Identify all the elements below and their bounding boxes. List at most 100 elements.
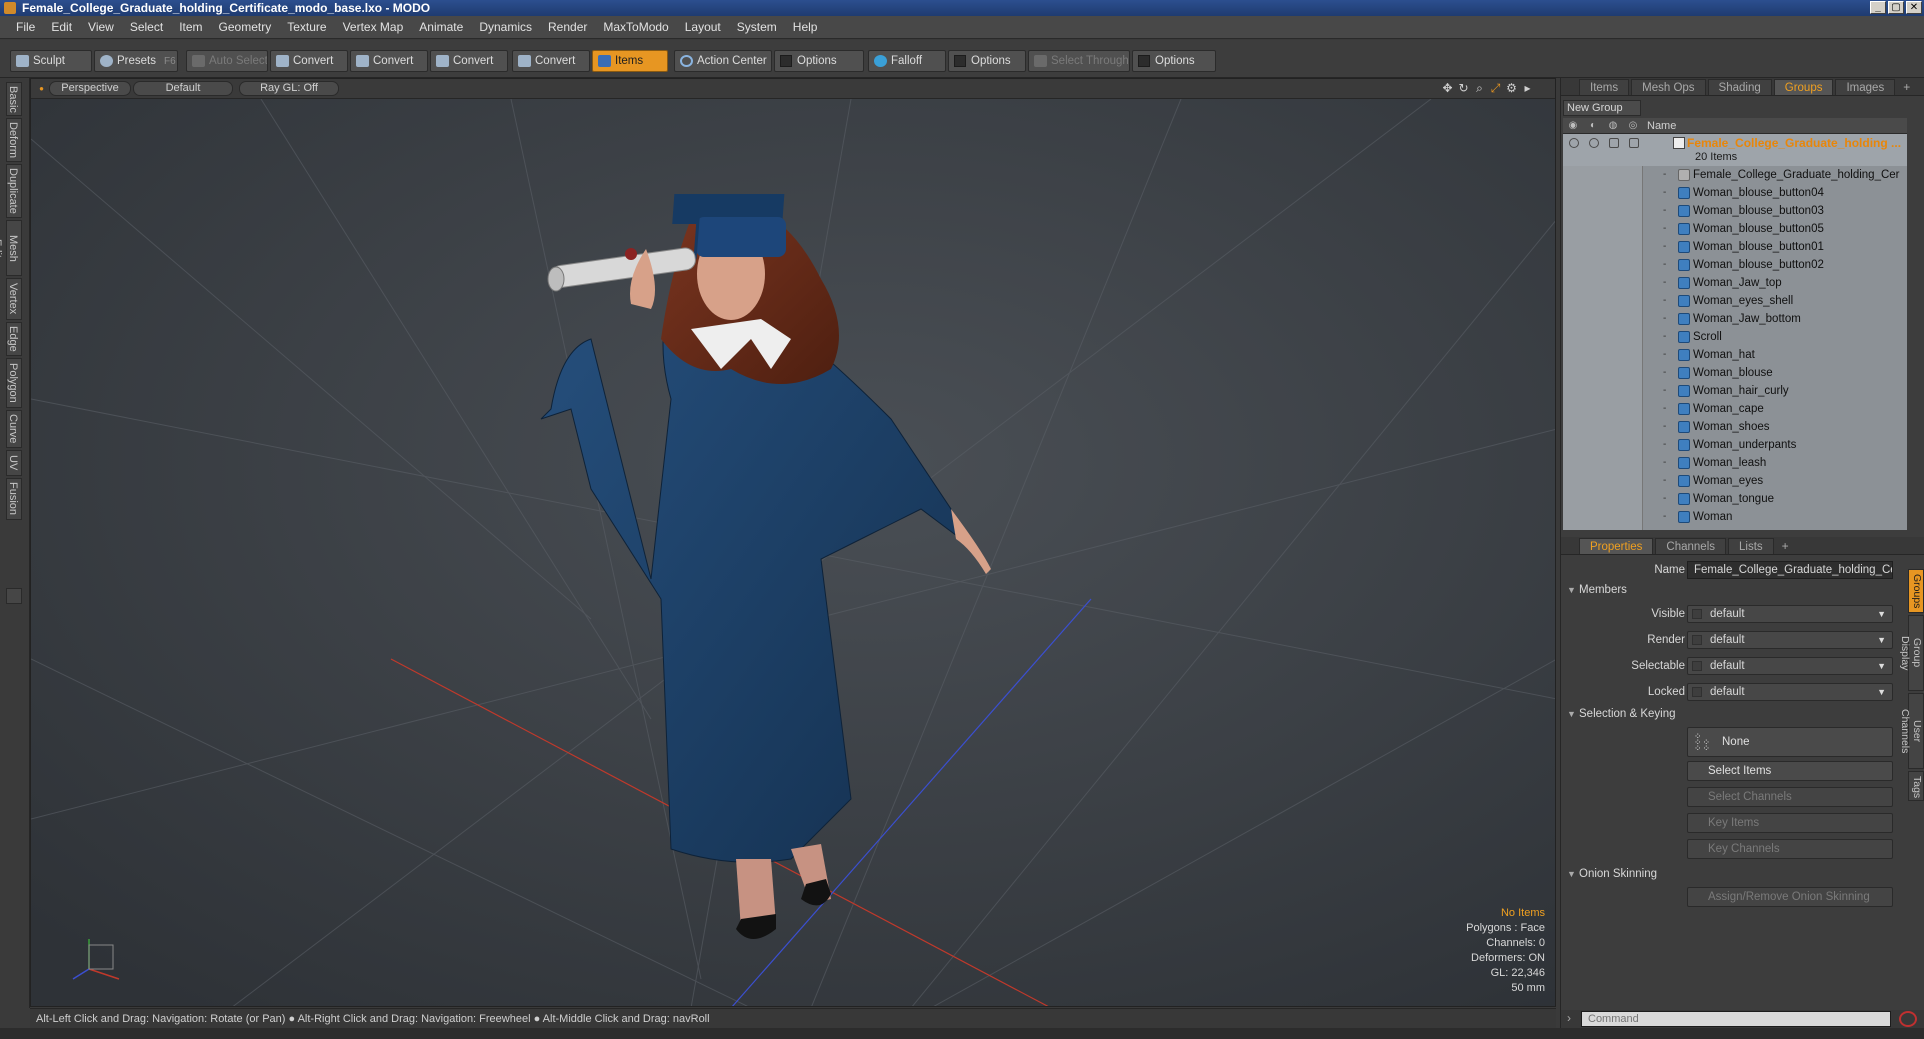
menu-layout[interactable]: Layout: [677, 16, 729, 39]
menu-edit[interactable]: Edit: [43, 16, 80, 39]
convert-button-2[interactable]: Convert: [350, 50, 428, 72]
list-item[interactable]: - Woman_blouse: [1563, 364, 1907, 382]
tab-items[interactable]: Items: [1579, 79, 1630, 95]
select-icon[interactable]: ◎: [1627, 120, 1639, 132]
presets-button[interactable]: Presets F6: [94, 50, 178, 72]
list-item[interactable]: - Woman_Jaw_top: [1563, 274, 1907, 292]
none-button[interactable]: ⁘ ⁘⁘ ⁘⁘ None: [1687, 727, 1893, 757]
group-row[interactable]: Female_College_Graduate_holding ... 20 I…: [1563, 134, 1907, 166]
menu-dynamics[interactable]: Dynamics: [471, 16, 540, 39]
list-item[interactable]: - Woman_blouse_button03: [1563, 202, 1907, 220]
viewport-menu-icon[interactable]: ●: [35, 82, 48, 95]
menu-texture[interactable]: Texture: [279, 16, 334, 39]
list-item[interactable]: - Woman_Jaw_bottom: [1563, 310, 1907, 328]
tab-edge[interactable]: Edge: [6, 322, 22, 356]
selection-keying-section[interactable]: ▼ Selection & Keying: [1565, 705, 1921, 723]
visible-dropdown[interactable]: default ▼: [1687, 605, 1893, 623]
tab-groups[interactable]: Groups: [1773, 79, 1834, 95]
tab-images[interactable]: Images: [1835, 79, 1896, 95]
view-type-button[interactable]: Perspective: [49, 81, 131, 96]
name-column-header[interactable]: Name: [1647, 118, 1676, 134]
menu-help[interactable]: Help: [785, 16, 826, 39]
raygl-button[interactable]: Ray GL: Off: [239, 81, 339, 96]
options-checkbox[interactable]: [780, 55, 792, 67]
select-through-button[interactable]: Select Through: [1028, 50, 1130, 72]
zoom-icon[interactable]: ⌕: [1473, 82, 1486, 95]
side-tab-groups[interactable]: Groups: [1908, 569, 1924, 613]
key-channels-button[interactable]: Key Channels: [1687, 839, 1893, 859]
3d-viewport[interactable]: ● Perspective Default Ray GL: Off ✥ ↻ ⌕ …: [30, 78, 1556, 1007]
sculpt-button[interactable]: Sculpt: [10, 50, 92, 72]
list-item[interactable]: - Woman: [1563, 508, 1907, 526]
menu-system[interactable]: System: [729, 16, 785, 39]
menu-vertex-map[interactable]: Vertex Map: [335, 16, 412, 39]
tab-fusion[interactable]: Fusion: [6, 478, 22, 520]
side-tab-user-channels[interactable]: User Channels: [1899, 693, 1924, 769]
side-tab-tags[interactable]: Tags: [1908, 771, 1924, 801]
tab-shading[interactable]: Shading: [1707, 79, 1772, 95]
menu-item[interactable]: Item: [171, 16, 210, 39]
list-item[interactable]: - Female_College_Graduate_holding_Cer ...: [1563, 166, 1907, 184]
menu-render[interactable]: Render: [540, 16, 595, 39]
menu-maxtomodo[interactable]: MaxToModo: [595, 16, 676, 39]
options-checkbox[interactable]: [1138, 55, 1150, 67]
command-input[interactable]: [1581, 1011, 1891, 1027]
tab-polygon[interactable]: Polygon: [6, 358, 22, 408]
list-item[interactable]: - Woman_hair_curly: [1563, 382, 1907, 400]
shading-button[interactable]: Default: [133, 81, 233, 96]
render-icon[interactable]: ◐: [1587, 120, 1599, 132]
list-item[interactable]: - Woman_shoes: [1563, 418, 1907, 436]
side-tab-group-display[interactable]: Group Display: [1899, 615, 1924, 691]
list-item[interactable]: - Woman_underpants: [1563, 436, 1907, 454]
options-checkbox[interactable]: [954, 55, 966, 67]
select-items-button[interactable]: Select Items: [1687, 761, 1893, 781]
auto-select-button[interactable]: Auto Select: [186, 50, 268, 72]
add-tab-icon[interactable]: +: [1897, 79, 1916, 95]
list-item[interactable]: - Woman_eyes_shell: [1563, 292, 1907, 310]
name-field[interactable]: Female_College_Graduate_holding_Certi: [1687, 561, 1893, 579]
record-icon[interactable]: [1899, 1011, 1917, 1027]
list-item[interactable]: - Woman_cape: [1563, 400, 1907, 418]
items-mode-button[interactable]: Items: [592, 50, 668, 72]
menu-geometry[interactable]: Geometry: [211, 16, 280, 39]
key-items-button[interactable]: Key Items: [1687, 813, 1893, 833]
onion-skinning-section[interactable]: ▼ Onion Skinning: [1565, 865, 1921, 883]
menu-select[interactable]: Select: [122, 16, 171, 39]
minimize-button[interactable]: _: [1870, 1, 1886, 14]
menu-file[interactable]: File: [8, 16, 43, 39]
lock-toggle-icon[interactable]: [1609, 138, 1619, 148]
tab-vertex[interactable]: Vertex: [6, 278, 22, 320]
fit-icon[interactable]: ⤢: [1489, 82, 1502, 95]
tab-curve[interactable]: Curve: [6, 410, 22, 448]
list-item[interactable]: - Scroll: [1563, 328, 1907, 346]
tab-mesh-ops[interactable]: Mesh Ops: [1631, 79, 1706, 95]
action-center-button[interactable]: Action Center: [674, 50, 772, 72]
tab-duplicate[interactable]: Duplicate: [6, 164, 22, 218]
list-item[interactable]: - Woman_eyes: [1563, 472, 1907, 490]
pan-icon[interactable]: ✥: [1441, 82, 1454, 95]
convert-button-4[interactable]: Convert: [512, 50, 590, 72]
list-item[interactable]: - Woman_leash: [1563, 454, 1907, 472]
maximize-button[interactable]: ▢: [1888, 1, 1904, 14]
new-group-button[interactable]: New Group: [1563, 100, 1641, 116]
menu-view[interactable]: View: [80, 16, 122, 39]
close-button[interactable]: ✕: [1906, 1, 1922, 14]
list-item[interactable]: - Woman_hat: [1563, 346, 1907, 364]
eye-icon[interactable]: [1569, 138, 1579, 148]
falloff-button[interactable]: Falloff: [868, 50, 946, 72]
options-button-1[interactable]: Options: [774, 50, 864, 72]
list-item[interactable]: - Woman_blouse_button04: [1563, 184, 1907, 202]
convert-button-3[interactable]: Convert: [430, 50, 508, 72]
tab-expand[interactable]: [6, 588, 22, 604]
tab-mesh-edit[interactable]: Mesh Edit: [0, 220, 22, 276]
tab-uv[interactable]: UV: [6, 450, 22, 476]
rotate-icon[interactable]: ↻: [1457, 82, 1470, 95]
list-item[interactable]: - Woman_blouse_button02: [1563, 256, 1907, 274]
menu-animate[interactable]: Animate: [411, 16, 471, 39]
chevron-right-icon[interactable]: ▸: [1521, 82, 1534, 95]
members-section[interactable]: ▼ Members: [1565, 581, 1921, 599]
options-button-2[interactable]: Options: [948, 50, 1026, 72]
list-item[interactable]: - Woman_tongue: [1563, 490, 1907, 508]
assign-onion-button[interactable]: Assign/Remove Onion Skinning: [1687, 887, 1893, 907]
render-toggle-icon[interactable]: [1589, 138, 1599, 148]
